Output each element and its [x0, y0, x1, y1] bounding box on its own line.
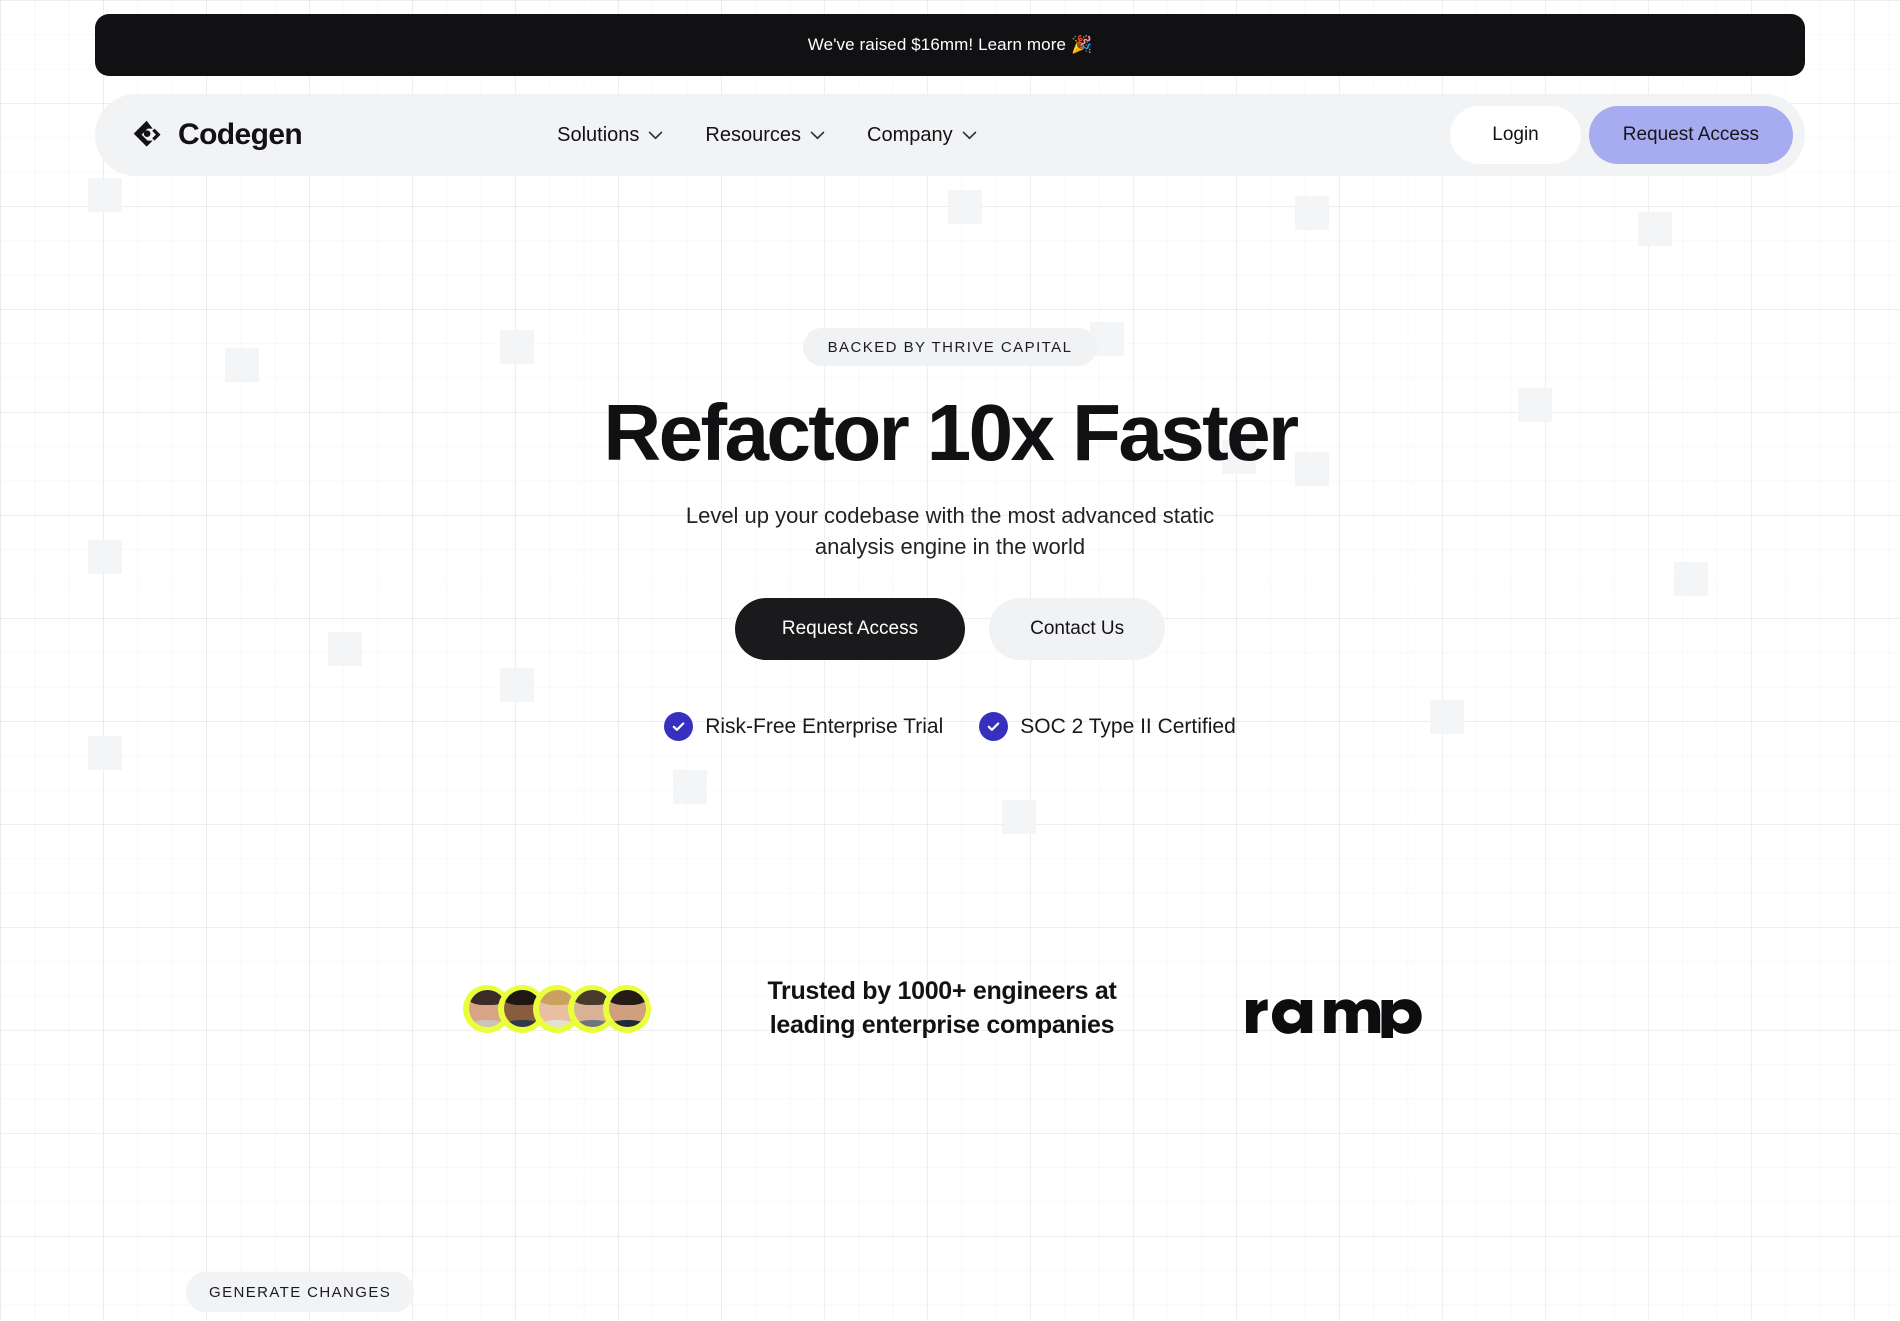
- trust-item-risk-free: Risk-Free Enterprise Trial: [664, 712, 944, 742]
- hero-subtitle: Level up your codebase with the most adv…: [685, 502, 1215, 559]
- backed-by-badge: BACKED BY THRIVE CAPITAL: [802, 328, 1098, 366]
- grid-cell: [88, 736, 122, 770]
- hero-cta-group: Request Access Contact Us: [734, 598, 1166, 661]
- nav-item-solutions[interactable]: Solutions: [557, 124, 663, 147]
- page-title: Refactor 10x Faster: [603, 388, 1299, 477]
- trusted-by-heading: Trusted by 1000+ engineers at leading en…: [767, 977, 1117, 1039]
- announcement-banner[interactable]: We've raised $16mm! Learn more 🎉: [95, 14, 1805, 76]
- trusted-by-strip: Trusted by 1000+ engineers at leading en…: [0, 975, 1900, 1043]
- page-root: We've raised $16mm! Learn more 🎉 Codegen …: [0, 0, 1900, 1321]
- nav-label-company: Company: [867, 123, 953, 146]
- check-circle-icon: [979, 712, 1009, 742]
- contact-us-button[interactable]: Contact Us: [989, 598, 1166, 661]
- nav-item-company[interactable]: Company: [867, 124, 977, 147]
- request-access-button-hero[interactable]: Request Access: [734, 598, 966, 661]
- request-access-button-header[interactable]: Request Access: [1588, 106, 1793, 164]
- generate-changes-button[interactable]: GENERATE CHANGES: [186, 1272, 415, 1312]
- grid-cell: [673, 770, 707, 804]
- trust-label-soc2: SOC 2 Type II Certified: [1020, 714, 1236, 738]
- avatar: [603, 984, 651, 1033]
- main-nav: Solutions Resources Company: [557, 124, 977, 147]
- hero-section: BACKED BY THRIVE CAPITAL Refactor 10x Fa…: [0, 176, 1900, 742]
- brand-logo[interactable]: Codegen: [130, 117, 303, 154]
- check-circle-icon: [664, 712, 694, 742]
- header-actions: Login Request Access: [1450, 106, 1793, 164]
- site-header: Codegen Solutions Resources Company Logi…: [95, 94, 1805, 176]
- grid-cell: [1002, 800, 1036, 834]
- chevron-down-icon: [810, 131, 825, 139]
- trust-badges: Risk-Free Enterprise Trial SOC 2 Type II…: [664, 712, 1236, 742]
- ramp-logo-icon: [1246, 998, 1422, 1038]
- chevron-down-icon: [649, 131, 663, 139]
- brand-name: Codegen: [178, 118, 303, 151]
- codegen-diamond-logo-icon: [133, 120, 161, 147]
- nav-label-solutions: Solutions: [557, 123, 640, 146]
- avatar-stack: [463, 984, 651, 1033]
- chevron-down-icon: [962, 131, 976, 139]
- party-popper-icon: 🎉: [1071, 35, 1093, 54]
- trust-label-risk-free: Risk-Free Enterprise Trial: [705, 714, 944, 738]
- nav-label-resources: Resources: [705, 123, 802, 146]
- announcement-text: We've raised $16mm! Learn more: [807, 35, 1067, 54]
- login-button[interactable]: Login: [1450, 106, 1581, 164]
- nav-item-resources[interactable]: Resources: [705, 124, 825, 147]
- ramp-logo: [1242, 980, 1437, 1038]
- trust-item-soc2: SOC 2 Type II Certified: [979, 712, 1236, 742]
